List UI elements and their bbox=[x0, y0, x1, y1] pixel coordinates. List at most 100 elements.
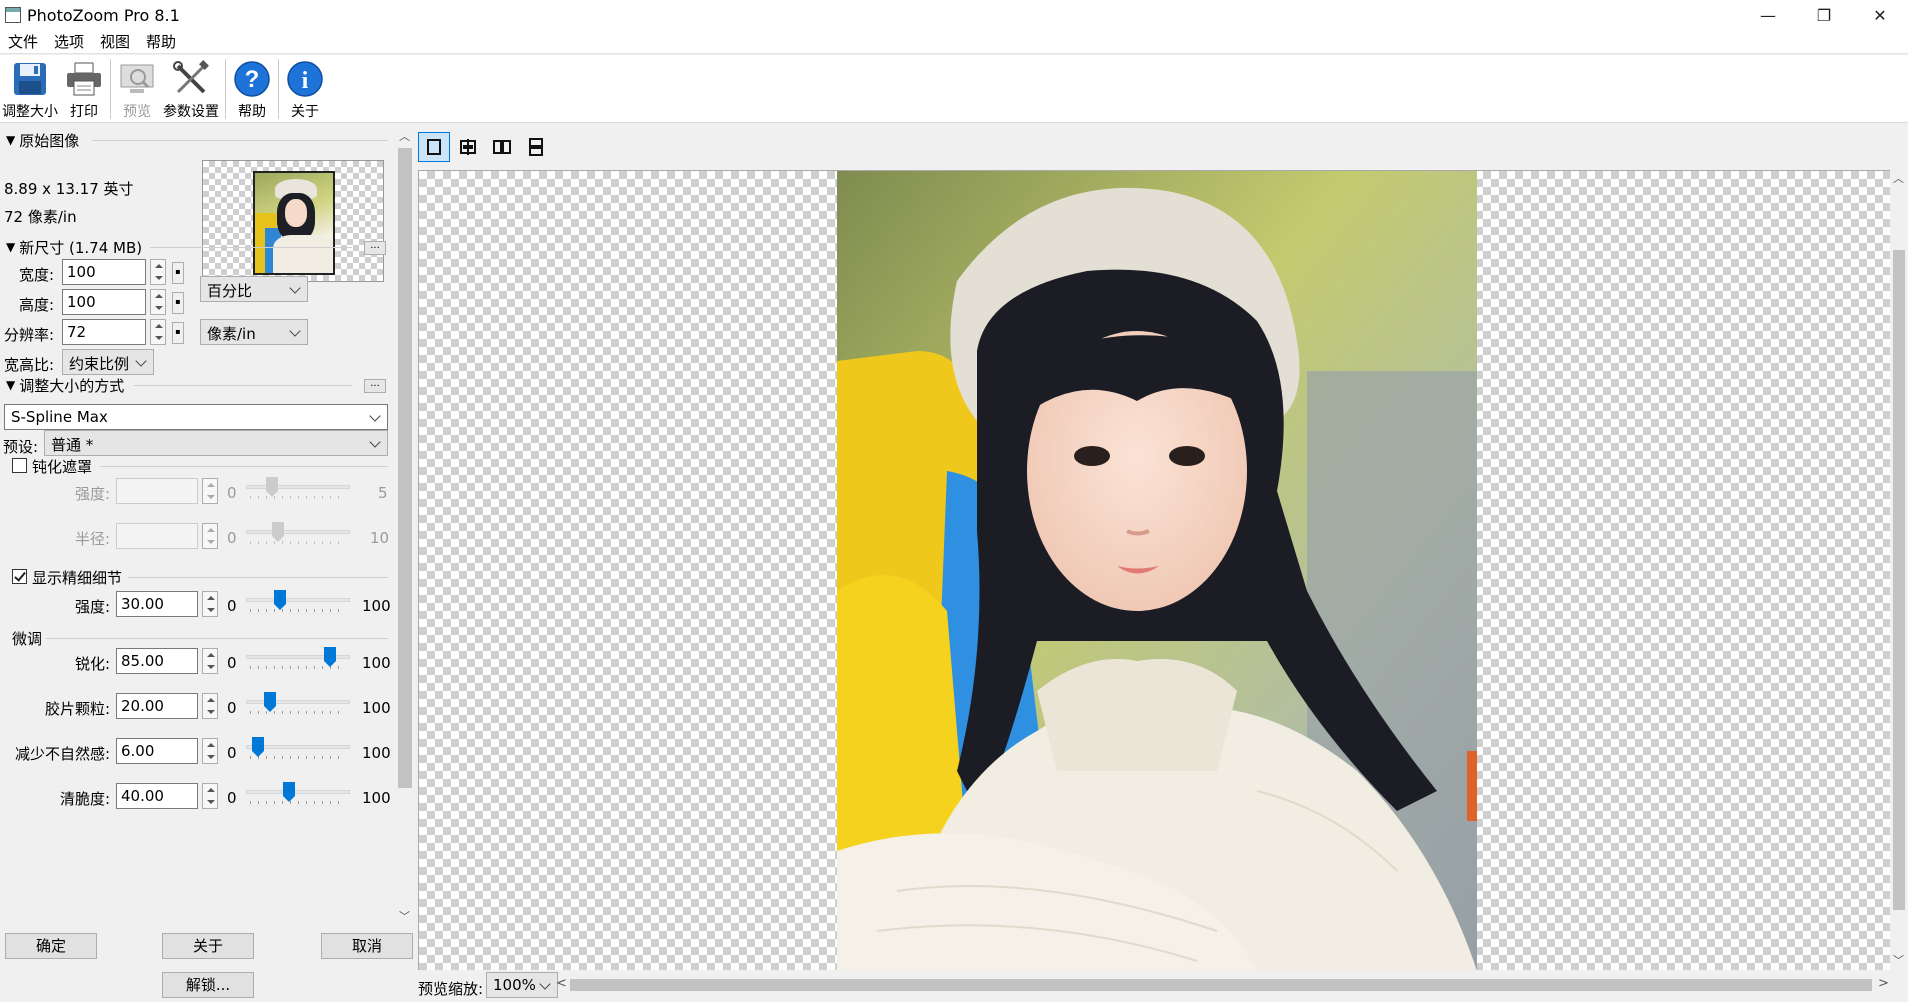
unsharp-radius-slider bbox=[246, 530, 350, 534]
original-thumbnail bbox=[202, 160, 384, 282]
collapse-triangle-icon: ▼ bbox=[6, 378, 16, 392]
toolbar-separator bbox=[225, 59, 226, 119]
unlock-button[interactable]: 解锁... bbox=[162, 972, 254, 998]
original-resolution: 72 像素/in bbox=[4, 208, 77, 226]
film-grain-slider[interactable] bbox=[246, 700, 350, 704]
resolution-link-button[interactable]: ▪ bbox=[172, 322, 184, 344]
about-button[interactable]: i 关于 bbox=[285, 55, 325, 121]
width-input[interactable]: 100 bbox=[62, 259, 146, 285]
detail-strength-thumb[interactable] bbox=[274, 590, 286, 610]
help-button[interactable]: ? 帮助 bbox=[232, 55, 272, 121]
menu-help[interactable]: 帮助 bbox=[138, 31, 184, 52]
sharpen-thumb[interactable] bbox=[324, 647, 336, 667]
preview-monitor-icon bbox=[117, 59, 157, 99]
menu-file[interactable]: 文件 bbox=[0, 31, 46, 52]
menu-options[interactable]: 选项 bbox=[46, 31, 92, 52]
aspect-ratio-dropdown[interactable]: 约束比例 bbox=[62, 349, 154, 375]
split-view-button[interactable] bbox=[452, 132, 484, 162]
maximize-button[interactable]: ❐ bbox=[1796, 0, 1852, 30]
preset-dropdown[interactable]: 普通 * bbox=[44, 430, 388, 456]
print-button[interactable]: 打印 bbox=[64, 55, 104, 121]
preview-vertical-thumb[interactable] bbox=[1893, 250, 1905, 910]
resize-method-more-button[interactable]: ... bbox=[364, 379, 386, 393]
crispness-thumb[interactable] bbox=[283, 782, 295, 802]
settings-button[interactable]: 参数设置 bbox=[163, 55, 219, 121]
side-by-side-view-button[interactable] bbox=[486, 132, 518, 162]
resolution-input[interactable]: 72 bbox=[62, 319, 146, 345]
unsharp-mask-label: 钝化遮罩 bbox=[32, 458, 93, 476]
preview-horizontal-scrollbar[interactable] bbox=[570, 976, 1872, 994]
close-button[interactable]: ✕ bbox=[1852, 0, 1908, 30]
detail-strength-slider[interactable] bbox=[246, 598, 350, 602]
menu-bar: 文件 选项 视图 帮助 bbox=[0, 30, 1908, 54]
sharpen-input[interactable]: 85.00 bbox=[116, 648, 198, 674]
sharpen-spinner[interactable] bbox=[202, 648, 218, 674]
height-link-button[interactable]: ▪ bbox=[172, 292, 184, 314]
scroll-down-icon[interactable]: ﹀ bbox=[399, 908, 410, 924]
new-size-header[interactable]: ▼ 新尺寸 (1.74 MB) bbox=[6, 237, 142, 257]
scroll-right-icon[interactable]: > bbox=[1878, 976, 1889, 991]
about-dialog-button[interactable]: 关于 bbox=[162, 933, 254, 959]
original-image-header[interactable]: ▼ 原始图像 bbox=[6, 130, 79, 150]
chevron-down-icon bbox=[289, 325, 301, 337]
menu-view[interactable]: 视图 bbox=[92, 31, 138, 52]
preview-horizontal-thumb[interactable] bbox=[570, 979, 1872, 991]
zoom-label: 预览缩放: bbox=[418, 980, 484, 998]
original-size: 8.89 x 13.17 英寸 bbox=[4, 180, 134, 198]
height-spinner[interactable] bbox=[150, 289, 166, 315]
unsharp-mask-checkbox[interactable] bbox=[12, 458, 27, 473]
info-icon: i bbox=[285, 59, 325, 99]
width-link-button[interactable]: ▪ bbox=[172, 262, 184, 284]
resize-button[interactable]: 调整大小 bbox=[2, 55, 58, 121]
chevron-down-icon bbox=[369, 436, 381, 448]
aspect-ratio-label: 宽高比: bbox=[3, 356, 54, 374]
crispness-slider[interactable] bbox=[246, 790, 350, 794]
height-label: 高度: bbox=[18, 296, 54, 314]
detail-strength-spinner[interactable] bbox=[202, 591, 218, 617]
unsharp-radius-spinner bbox=[202, 523, 218, 549]
stacked-view-icon bbox=[529, 138, 543, 156]
scroll-up-icon[interactable]: ︿ bbox=[399, 128, 410, 144]
film-grain-spinner[interactable] bbox=[202, 693, 218, 719]
crispness-label: 清脆度: bbox=[59, 790, 110, 808]
algorithm-dropdown[interactable]: S-Spline Max bbox=[4, 404, 388, 430]
film-grain-input[interactable]: 20.00 bbox=[116, 693, 198, 719]
resolution-unit-dropdown[interactable]: 像素/in bbox=[200, 319, 308, 345]
scroll-down-icon[interactable]: ﹀ bbox=[1893, 952, 1904, 968]
new-size-more-button[interactable]: ... bbox=[364, 241, 386, 255]
resize-method-header[interactable]: ▼ 调整大小的方式 bbox=[6, 375, 124, 395]
film-grain-label: 胶片颗粒: bbox=[44, 700, 110, 718]
cancel-button[interactable]: 取消 bbox=[321, 933, 413, 959]
artifact-reduction-thumb[interactable] bbox=[252, 737, 264, 757]
floppy-disk-icon bbox=[10, 59, 50, 99]
ok-button[interactable]: 确定 bbox=[5, 933, 97, 959]
fine-detail-checkbox[interactable] bbox=[12, 569, 27, 584]
crispness-spinner[interactable] bbox=[202, 783, 218, 809]
detail-strength-input[interactable]: 30.00 bbox=[116, 591, 198, 617]
artifact-reduction-spinner[interactable] bbox=[202, 738, 218, 764]
settings-scroll-thumb[interactable] bbox=[398, 148, 412, 788]
height-input[interactable]: 100 bbox=[62, 289, 146, 315]
stacked-view-button[interactable] bbox=[520, 132, 552, 162]
portrait-illustration bbox=[837, 171, 1477, 971]
preview-photo bbox=[837, 171, 1477, 971]
preview-vertical-scrollbar[interactable]: ︿ ﹀ bbox=[1890, 170, 1908, 970]
divider bbox=[134, 385, 352, 386]
width-spinner[interactable] bbox=[150, 259, 166, 285]
scroll-left-icon[interactable]: < bbox=[556, 976, 567, 991]
settings-scrollbar[interactable]: ︿ ﹀ bbox=[395, 128, 415, 928]
single-view-button[interactable] bbox=[418, 132, 450, 162]
crispness-input[interactable]: 40.00 bbox=[116, 783, 198, 809]
zoom-dropdown[interactable]: 100% bbox=[486, 972, 558, 998]
film-grain-thumb[interactable] bbox=[264, 692, 276, 712]
preview-canvas[interactable] bbox=[418, 170, 1890, 971]
preview-button[interactable]: 预览 bbox=[117, 55, 157, 121]
size-unit-dropdown[interactable]: 百分比 bbox=[200, 276, 308, 302]
minimize-button[interactable]: — bbox=[1740, 0, 1796, 30]
divider bbox=[92, 140, 388, 141]
preset-label: 预设: bbox=[2, 438, 38, 456]
divider bbox=[128, 577, 388, 578]
scroll-up-icon[interactable]: ︿ bbox=[1893, 170, 1904, 186]
artifact-reduction-input[interactable]: 6.00 bbox=[116, 738, 198, 764]
resolution-spinner[interactable] bbox=[150, 319, 166, 345]
